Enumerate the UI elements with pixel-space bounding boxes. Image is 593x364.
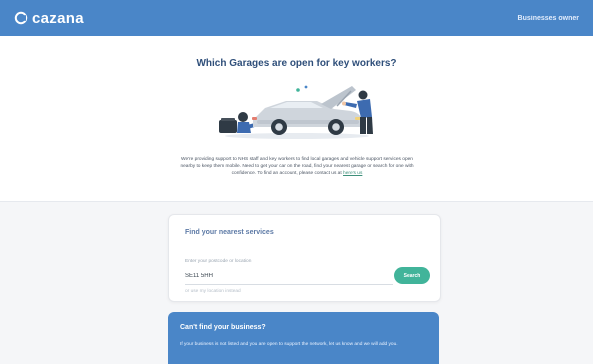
brand-mark-icon bbox=[14, 11, 28, 25]
search-card: Find your nearest services Enter your po… bbox=[168, 214, 441, 302]
brand-logo[interactable]: cazana bbox=[14, 10, 84, 27]
postcode-input[interactable] bbox=[185, 267, 393, 284]
contact-link[interactable]: here's us bbox=[343, 171, 362, 176]
search-button[interactable]: Search bbox=[394, 267, 430, 284]
hero-section: Which Garages are open for key workers? bbox=[0, 36, 593, 202]
business-owner-link[interactable]: Businesses owner bbox=[518, 15, 579, 22]
postcode-input-wrapper bbox=[185, 267, 393, 285]
missing-business-title: Can't find your business? bbox=[180, 324, 266, 331]
brand-name: cazana bbox=[32, 9, 84, 27]
hero-description: We're providing support to NHS staff and… bbox=[176, 156, 418, 177]
missing-business-panel: Can't find your business? If your busine… bbox=[168, 312, 439, 364]
top-navigation-bar: cazana Businesses owner bbox=[0, 0, 593, 36]
use-location-link[interactable]: or use my location instead bbox=[185, 289, 241, 294]
search-card-title: Find your nearest services bbox=[185, 229, 274, 236]
page-title: Which Garages are open for key workers? bbox=[196, 58, 397, 69]
missing-business-text: If your business is not listed and you a… bbox=[180, 342, 398, 347]
garage-illustration bbox=[219, 85, 373, 139]
hero-description-text: We're providing support to NHS staff and… bbox=[180, 157, 414, 176]
postcode-field-label: Enter your postcode or location bbox=[185, 259, 252, 264]
page: cazana Businesses owner Which Garages ar… bbox=[0, 0, 593, 364]
